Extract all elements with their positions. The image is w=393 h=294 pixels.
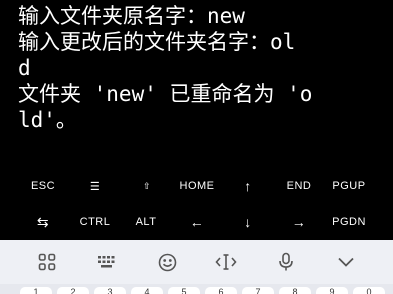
keyboard-icon[interactable] [89,246,125,278]
ctrl-key[interactable]: CTRL [69,204,121,240]
terminal-view[interactable]: 输入文件夹原名字：new 输入更改后的文件夹名字：ol d 文件夹 'new' … [0,0,393,168]
number-key[interactable]: 6 [205,287,237,294]
chevron-down-icon[interactable] [328,246,364,278]
arrow-left-key[interactable]: ← [171,204,223,240]
end-key[interactable]: END [273,168,325,204]
number-key[interactable]: 1 [20,287,52,294]
terminal-line: 输入更改后的文件夹名字：ol [18,30,296,54]
terminal-line: 输入文件夹原名字：new [18,4,245,28]
extra-keys-bar: ESC ☰ ⇧ HOME ↑ END PGUP ⇆ CTRL ALT ← ↓ →… [0,168,393,240]
arrow-up-key[interactable]: ↑ [222,168,274,204]
number-key[interactable]: 0 [353,287,385,294]
tab-key[interactable]: ⇆ [17,204,69,240]
number-key[interactable]: 9 [316,287,348,294]
emoji-icon[interactable] [149,246,185,278]
shift-key[interactable]: ⇧ [121,168,173,204]
terminal-line: 文件夹 'new' 已重命名为 'o [18,82,313,106]
terminal-line: d [18,56,31,80]
terminal-line: ld'。 [18,108,77,132]
number-key[interactable]: 5 [168,287,200,294]
number-key[interactable]: 4 [131,287,163,294]
number-key[interactable]: 8 [279,287,311,294]
shell-prompt: ~ $ [18,133,101,168]
number-row: 1 2 3 4 5 6 7 8 9 0 [0,284,393,294]
cursor-move-icon[interactable] [208,246,244,278]
pgdn-key[interactable]: PGDN [323,204,375,240]
number-key[interactable]: 2 [57,287,89,294]
prompt-path: ~ [69,160,82,168]
home-key[interactable]: HOME [171,168,223,204]
number-key[interactable]: 3 [94,287,126,294]
keyboard-toolbar [0,240,393,284]
microphone-icon[interactable] [268,246,304,278]
esc-key[interactable]: ESC [17,168,69,204]
drawer-menu-key[interactable]: ☰ [69,168,121,204]
arrow-down-key[interactable]: ↓ [222,204,274,240]
arrow-right-key[interactable]: → [273,204,325,240]
number-key[interactable]: 7 [242,287,274,294]
alt-key[interactable]: ALT [120,204,172,240]
apps-grid-icon[interactable] [29,246,65,278]
pgup-key[interactable]: PGUP [323,168,375,204]
